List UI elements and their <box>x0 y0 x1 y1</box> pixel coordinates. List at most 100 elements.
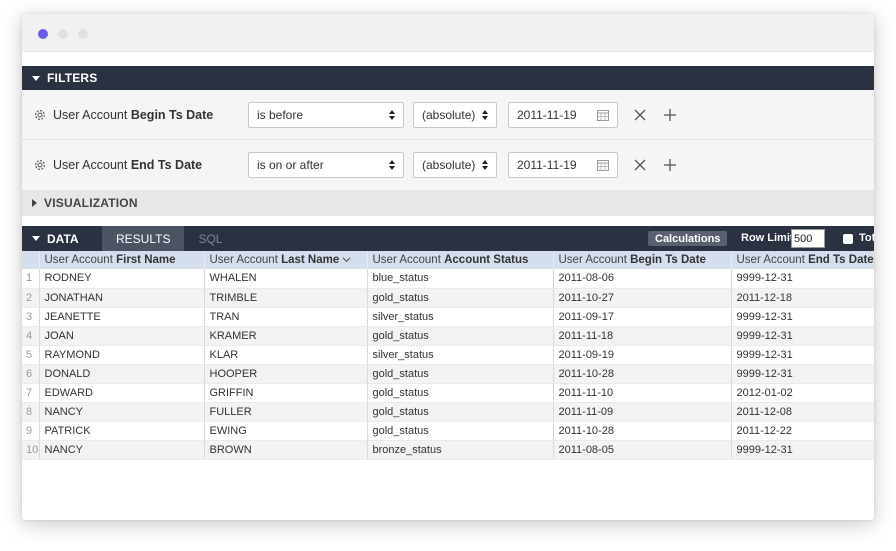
sort-chevron-down-icon[interactable] <box>342 255 351 264</box>
cell-begin-ts-date: 2011-10-28 <box>552 364 731 384</box>
column-header-account-status[interactable]: User Account Account Status <box>366 251 553 269</box>
filter-date-value: 2011-11-19 <box>517 107 577 122</box>
window-titlebar <box>22 14 874 52</box>
cell-last-name: KRAMER <box>203 326 367 346</box>
filter-label-prefix: User Account <box>53 107 131 122</box>
column-header-field: First Name <box>116 254 176 266</box>
cell-account-status: gold_status <box>366 402 553 422</box>
cell-account-status: gold_status <box>366 326 553 346</box>
collapse-triangle-icon <box>32 236 40 241</box>
row-index: 5 <box>22 345 40 365</box>
cell-first-name: NANCY <box>38 440 204 460</box>
column-header-first-name[interactable]: User Account First Name <box>38 251 204 269</box>
cell-end-ts-date: 2011-12-18 <box>730 288 874 308</box>
results-table: User Account First Name User Account Las… <box>22 251 874 460</box>
filter-date-input[interactable]: 2011-11-19 <box>508 152 618 178</box>
row-index: 1 <box>22 269 40 289</box>
filter-mode-select[interactable]: (absolute) <box>413 101 497 128</box>
filter-date-input[interactable]: 2011-11-19 <box>508 101 618 128</box>
tab-results[interactable]: RESULTS <box>102 226 185 251</box>
filter-label: User Account End Ts Date <box>53 158 202 172</box>
row-index: 6 <box>22 364 40 384</box>
cell-account-status: gold_status <box>366 288 553 308</box>
row-index: 9 <box>22 421 40 441</box>
filter-operator-select[interactable]: is on or after <box>248 152 404 178</box>
filter-date-value: 2011-11-19 <box>517 158 577 172</box>
row-limit-input[interactable]: 500 <box>791 229 825 248</box>
filter-row: User Account Begin Ts Date is before (ab… <box>22 90 874 140</box>
column-header-prefix: User Account <box>209 254 282 266</box>
filters-section-header[interactable]: FILTERS <box>22 66 874 90</box>
collapse-triangle-icon <box>32 75 40 81</box>
cell-last-name: WHALEN <box>203 269 367 289</box>
row-limit-label: Row Limit <box>741 232 794 244</box>
select-arrows-icon <box>482 109 488 122</box>
select-arrows-icon <box>482 160 488 172</box>
filter-mode-value: (absolute) <box>422 158 476 172</box>
gear-icon[interactable] <box>33 158 47 172</box>
column-header-prefix: User Account <box>44 254 117 266</box>
filter-label: User Account Begin Ts Date <box>53 108 213 122</box>
cell-begin-ts-date: 2011-09-19 <box>552 345 731 365</box>
column-header-prefix: User Account <box>372 254 445 266</box>
table-header-row: User Account First Name User Account Las… <box>22 251 874 269</box>
table-row: 7 EDWARD GRIFFIN gold_status 2011-11-10 2012-… <box>22 383 874 403</box>
totals-checkbox[interactable] <box>843 234 853 244</box>
table-row: 1 RODNEY WHALEN blue_status 2011-08-06 9999-1… <box>22 269 874 289</box>
cell-last-name: KLAR <box>203 345 367 365</box>
tab-sql[interactable]: SQL <box>184 226 236 251</box>
cell-last-name: TRIMBLE <box>203 288 367 308</box>
cell-end-ts-date: 9999-12-31 <box>730 364 874 384</box>
window-dot-active[interactable] <box>38 29 48 39</box>
filter-label-prefix: User Account <box>53 158 131 172</box>
calendar-icon[interactable] <box>597 109 609 121</box>
column-header-end-ts-date[interactable]: User Account End Ts Date <box>730 251 874 269</box>
filter-row: User Account End Ts Date is on or after … <box>22 140 874 190</box>
cell-last-name: BROWN <box>203 440 367 460</box>
calendar-icon[interactable] <box>597 159 609 171</box>
window-dot-inactive[interactable] <box>58 29 68 39</box>
row-index-header <box>22 251 39 269</box>
cell-end-ts-date: 9999-12-31 <box>730 269 874 289</box>
expand-triangle-icon <box>32 199 37 207</box>
cell-account-status: blue_status <box>366 269 553 289</box>
gear-icon[interactable] <box>33 108 47 122</box>
cell-begin-ts-date: 2011-11-10 <box>552 383 731 403</box>
data-toggle[interactable]: DATA <box>22 232 102 246</box>
cell-account-status: bronze_status <box>366 440 553 460</box>
column-header-prefix: User Account <box>736 254 809 266</box>
cell-end-ts-date: 2012-01-02 <box>730 383 874 403</box>
cell-end-ts-date: 9999-12-31 <box>730 440 874 460</box>
data-section-header: DATA RESULTS SQL Calculations Row Limit … <box>22 226 874 251</box>
column-header-last-name[interactable]: User Account Last Name <box>203 251 367 269</box>
calculations-button[interactable]: Calculations <box>648 231 728 246</box>
cell-first-name: PATRICK <box>38 421 204 441</box>
cell-first-name: JOAN <box>38 326 204 346</box>
table-row: 4 JOAN KRAMER gold_status 2011-11-18 9999-12-… <box>22 326 874 346</box>
column-header-begin-ts-date[interactable]: User Account Begin Ts Date <box>552 251 731 269</box>
column-header-field: Last Name <box>281 254 340 266</box>
filter-mode-select[interactable]: (absolute) <box>413 152 497 178</box>
window-dot-inactive[interactable] <box>78 29 88 39</box>
row-index: 8 <box>22 402 40 422</box>
filters-panel: User Account Begin Ts Date is before (ab… <box>22 90 874 190</box>
cell-end-ts-date: 2011-12-22 <box>730 421 874 441</box>
filter-operator-select[interactable]: is before <box>248 101 404 128</box>
cell-begin-ts-date: 2011-10-28 <box>552 421 731 441</box>
cell-first-name: EDWARD <box>38 383 204 403</box>
remove-filter-x-icon[interactable] <box>634 159 646 171</box>
cell-last-name: GRIFFIN <box>203 383 367 403</box>
visualization-section-header[interactable]: VISUALIZATION <box>22 190 874 216</box>
column-header-prefix: User Account <box>558 254 631 266</box>
cell-account-status: silver_status <box>366 345 553 365</box>
table-row: 3 JEANETTE TRAN silver_status 2011-09-17 9999… <box>22 307 874 327</box>
table-row: 8 NANCY FULLER gold_status 2011-11-09 2011-12… <box>22 402 874 422</box>
data-title: DATA <box>47 231 79 246</box>
cell-first-name: JONATHAN <box>38 288 204 308</box>
cell-account-status: gold_status <box>366 383 553 403</box>
add-filter-plus-icon[interactable] <box>664 159 676 171</box>
remove-filter-x-icon[interactable] <box>634 109 646 121</box>
cell-last-name: EWING <box>203 421 367 441</box>
cell-begin-ts-date: 2011-08-05 <box>552 440 731 460</box>
add-filter-plus-icon[interactable] <box>664 109 676 121</box>
